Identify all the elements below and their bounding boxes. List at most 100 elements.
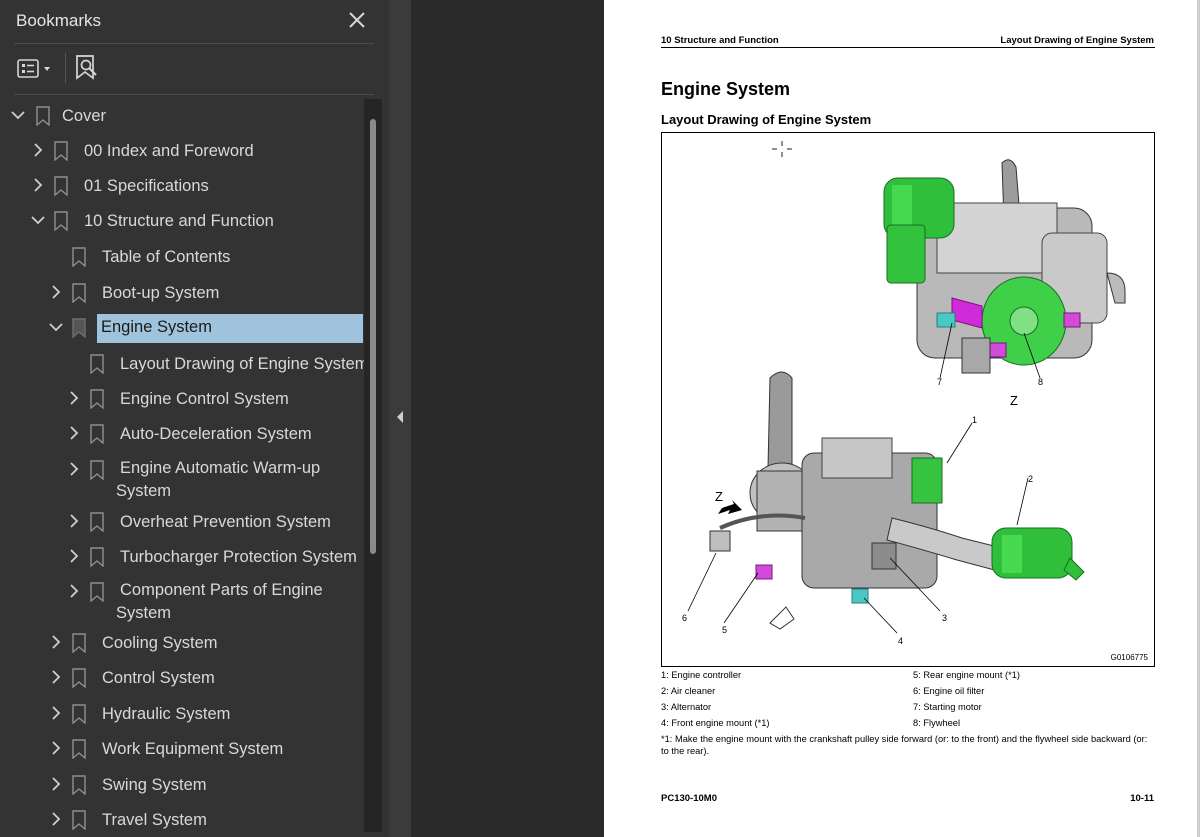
bookmark-specifications[interactable]: 01 Specifications	[0, 169, 364, 203]
bookmark-label: 00 Index and Foreword	[84, 142, 254, 160]
bookmark-icon	[54, 141, 68, 162]
running-header-topic: Layout Drawing of Engine System	[1000, 35, 1154, 46]
bookmark-overheat-prevention-system[interactable]: Overheat Prevention System	[0, 505, 364, 539]
caption-5: 5: Rear engine mount (*1)	[913, 670, 1020, 680]
bookmark-icon	[54, 176, 68, 197]
bookmark-icon	[72, 810, 86, 831]
engine-upper-view	[883, 159, 1126, 379]
bookmark-layout-drawing[interactable]: Layout Drawing of Engine System	[0, 347, 364, 381]
footer-model: PC130-10M0	[661, 793, 717, 804]
callout-2: 2	[1028, 474, 1033, 484]
close-icon[interactable]	[346, 9, 368, 31]
chevron-right-icon[interactable]	[30, 142, 46, 158]
engine-illustration: 7 8 Z 1 2 3 4 5 6 Z	[682, 141, 1126, 646]
bookmarks-header: Bookmarks	[0, 0, 389, 42]
caption-4: 4: Front engine mount (*1)	[661, 718, 770, 728]
bookmark-engine-automatic-warm-up-system[interactable]: Engine Automatic Warm-up System	[0, 453, 364, 505]
chevron-right-icon[interactable]	[66, 583, 82, 599]
chevron-right-icon[interactable]	[30, 177, 46, 193]
view-label-z: Z	[1010, 393, 1018, 408]
callout-8: 8	[1038, 377, 1043, 387]
chevron-right-icon[interactable]	[48, 705, 64, 721]
bookmarks-scrollbar-thumb[interactable]	[370, 119, 376, 554]
bookmark-label: Cover	[62, 107, 107, 125]
callout-4: 4	[898, 636, 903, 646]
find-bookmark-icon[interactable]	[74, 54, 100, 82]
bookmark-label: Overheat Prevention System	[120, 513, 331, 531]
bookmark-icon	[72, 668, 86, 689]
callout-6: 6	[682, 613, 687, 623]
footnote: *1: Make the engine mount with the crank…	[661, 734, 1148, 756]
chevron-right-icon[interactable]	[66, 425, 82, 441]
bookmark-label: Cooling System	[102, 634, 218, 652]
bookmark-structure-and-function[interactable]: 10 Structure and Function	[0, 204, 364, 238]
bookmark-table-of-contents[interactable]: Table of Contents	[0, 240, 364, 274]
bookmark-work-equipment-system[interactable]: Work Equipment System	[0, 732, 364, 766]
chevron-right-icon[interactable]	[66, 390, 82, 406]
bookmark-label: Auto-Deceleration System	[120, 425, 312, 443]
header-rule	[661, 47, 1155, 48]
collapse-left-icon[interactable]	[395, 410, 405, 424]
caption-7: 7: Starting motor	[913, 702, 982, 712]
callout-1: 1	[972, 415, 977, 425]
chevron-right-icon[interactable]	[48, 740, 64, 756]
page-subtitle: Layout Drawing of Engine System	[661, 112, 872, 127]
chevron-right-icon[interactable]	[48, 669, 64, 685]
bookmark-component-parts-of-engine-system[interactable]: Component Parts of Engine System	[0, 575, 364, 627]
bookmark-icon	[90, 424, 104, 445]
bookmark-icon	[90, 354, 104, 375]
bookmark-boot-up-system[interactable]: Boot-up System	[0, 276, 364, 310]
bookmark-icon	[90, 460, 104, 481]
bookmark-label: Control System	[102, 669, 215, 687]
bookmark-label: 10 Structure and Function	[84, 212, 274, 230]
chevron-right-icon[interactable]	[66, 461, 82, 477]
bookmark-label: Engine System	[97, 314, 363, 343]
chevron-down-icon[interactable]	[48, 319, 64, 335]
panel-collapse-strip[interactable]	[389, 0, 411, 837]
bookmark-swing-system[interactable]: Swing System	[0, 768, 364, 802]
bookmark-label: Component Parts of Engine System	[116, 581, 323, 622]
engine-layout-figure: 7 8 Z 1 2 3 4 5 6 Z G0106775	[661, 132, 1155, 667]
divider	[14, 94, 374, 95]
bookmark-cooling-system[interactable]: Cooling System	[0, 626, 364, 660]
chevron-right-icon[interactable]	[48, 776, 64, 792]
chevron-right-icon[interactable]	[48, 811, 64, 827]
caption-6: 6: Engine oil filter	[913, 686, 985, 696]
bookmark-index-and-foreword[interactable]: 00 Index and Foreword	[0, 134, 364, 168]
callout-7: 7	[937, 377, 942, 387]
chevron-down-icon[interactable]	[10, 107, 26, 123]
bookmark-label: Table of Contents	[102, 248, 231, 266]
document-background	[411, 0, 604, 837]
bookmark-label: Swing System	[102, 776, 207, 794]
bookmark-hydraulic-system[interactable]: Hydraulic System	[0, 697, 364, 731]
bookmarks-title: Bookmarks	[16, 11, 102, 30]
page-title: Engine System	[661, 79, 791, 99]
chevron-right-icon[interactable]	[48, 634, 64, 650]
bookmark-engine-control-system[interactable]: Engine Control System	[0, 382, 364, 416]
list-options-icon[interactable]	[16, 57, 58, 81]
chevron-right-icon[interactable]	[66, 513, 82, 529]
bookmark-engine-system[interactable]: Engine System	[0, 311, 364, 345]
bookmarks-panel: Bookmarks Cover 00 Index and Foreword 01…	[0, 0, 389, 837]
bookmark-travel-system[interactable]: Travel System	[0, 803, 364, 837]
bookmark-icon	[72, 247, 86, 268]
bookmark-cover[interactable]: Cover	[0, 99, 364, 133]
engine-lower-view	[687, 371, 1085, 634]
bookmark-turbocharger-protection-system[interactable]: Turbocharger Protection System	[0, 540, 364, 574]
caption-2: 2: Air cleaner	[661, 686, 716, 696]
bookmark-label: Engine Control System	[120, 390, 289, 408]
bookmark-label: Turbocharger Protection System	[120, 548, 357, 566]
bookmark-label: 01 Specifications	[84, 177, 209, 195]
bookmark-icon	[72, 633, 86, 654]
chevron-down-icon[interactable]	[30, 212, 46, 228]
callout-3: 3	[942, 613, 947, 623]
bookmark-control-system[interactable]: Control System	[0, 661, 364, 695]
bookmark-label: Travel System	[102, 811, 207, 829]
bookmark-icon	[72, 775, 86, 796]
bookmark-auto-deceleration-system[interactable]: Auto-Deceleration System	[0, 417, 364, 451]
chevron-right-icon[interactable]	[66, 548, 82, 564]
chevron-right-icon[interactable]	[48, 284, 64, 300]
crosshair-mark	[772, 141, 792, 157]
caption-8: 8: Flywheel	[913, 718, 961, 728]
bookmark-icon	[72, 739, 86, 760]
